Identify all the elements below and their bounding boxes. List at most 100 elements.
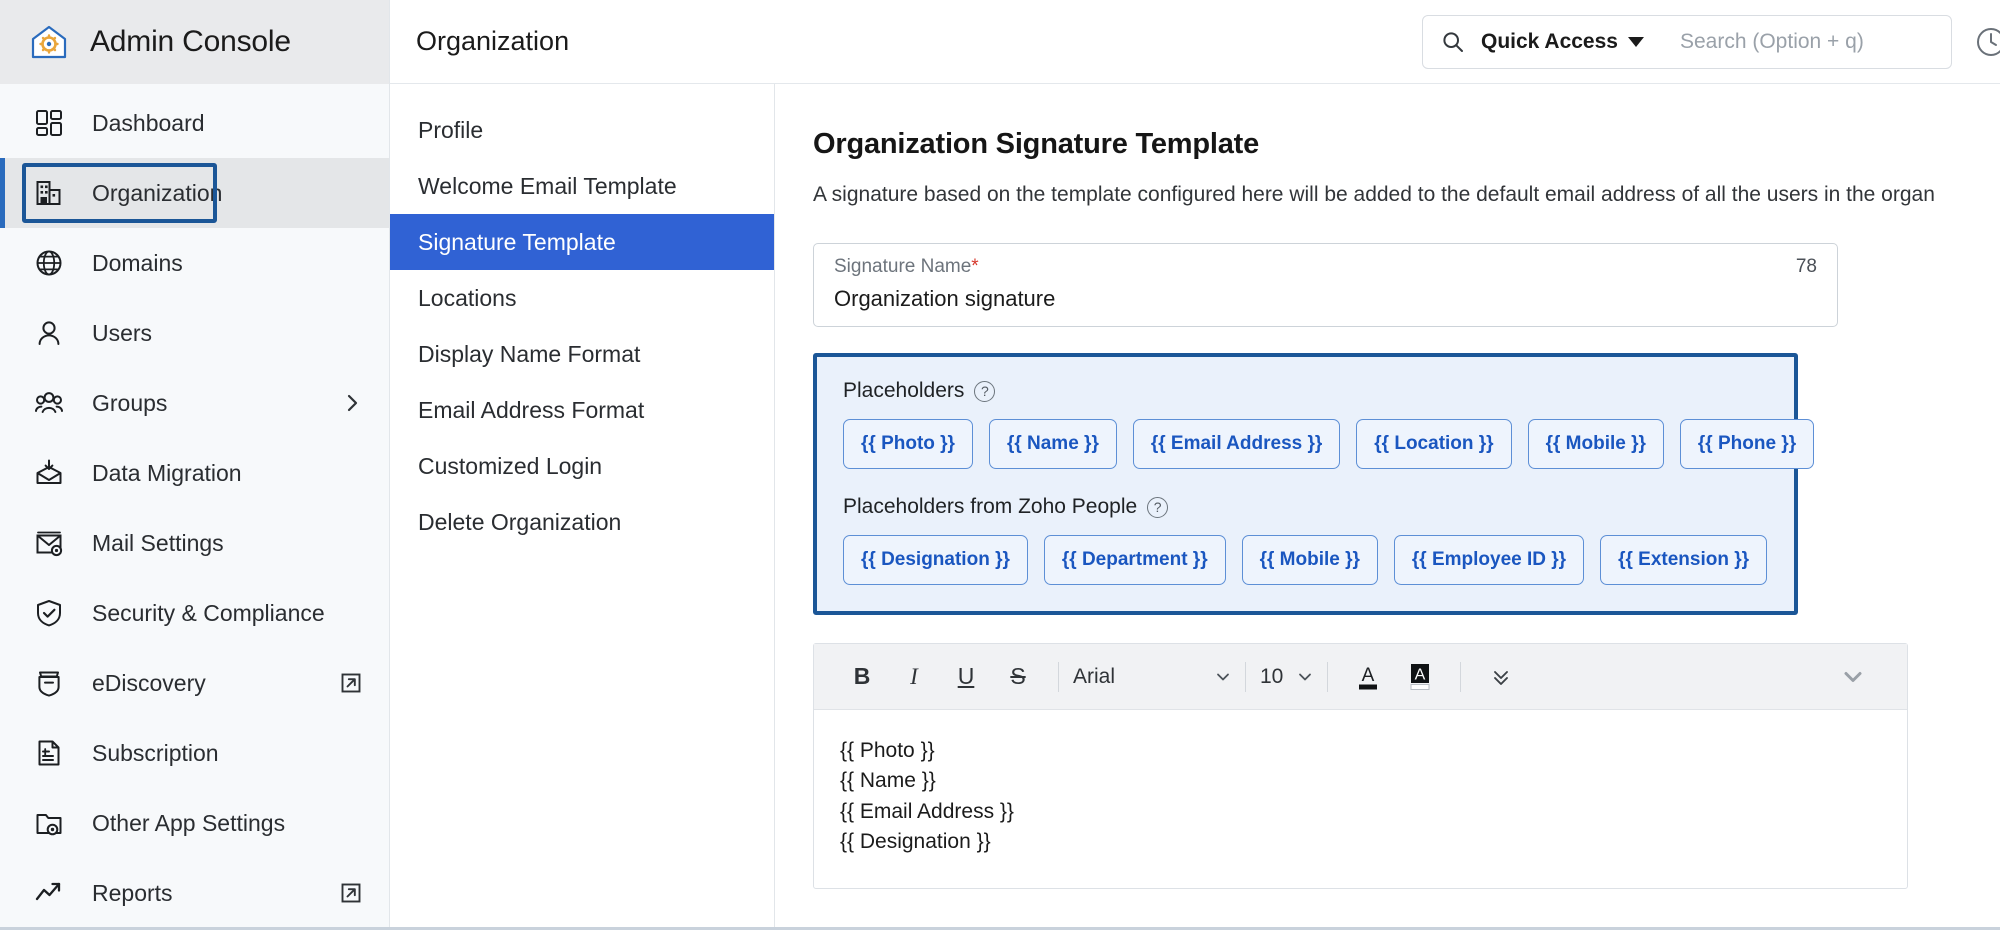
sidebar-item-subscription[interactable]: Subscription [0, 718, 389, 788]
subnav-item-label: Email Address Format [418, 396, 645, 423]
placeholder-chip-extension[interactable]: {{ Extension }} [1600, 535, 1768, 585]
organization-subnav: Profile Welcome Email Template Signature… [390, 84, 775, 927]
topbar-right-group: Quick Access [1422, 14, 2000, 69]
subnav-item-signature-template[interactable]: Signature Template [390, 214, 774, 270]
sidebar-item-label: Other App Settings [92, 809, 286, 836]
strikethrough-button[interactable]: S [992, 651, 1044, 703]
house-gear-icon [26, 19, 72, 65]
subnav-item-locations[interactable]: Locations [390, 270, 774, 326]
placeholder-chip-location[interactable]: {{ Location }} [1356, 419, 1512, 469]
subnav-item-label: Delete Organization [418, 508, 622, 535]
sidebar-item-domains[interactable]: Domains [0, 228, 389, 298]
sidebar-item-mail-settings[interactable]: Mail Settings [0, 508, 389, 578]
signature-name-input[interactable] [834, 286, 1817, 312]
italic-button[interactable]: I [888, 651, 940, 703]
placeholders-heading-row: Placeholders ? [843, 379, 1768, 403]
chevron-right-icon[interactable] [341, 392, 363, 414]
placeholder-chip-employee-id[interactable]: {{ Employee ID }} [1393, 535, 1585, 585]
brand-header: Admin Console [0, 0, 389, 84]
external-link-icon [339, 881, 363, 905]
people-placeholders-chip-row: {{ Designation }} {{ Department }} {{ Mo… [843, 535, 1768, 585]
sidebar-item-label: Organization [92, 179, 223, 206]
question-mark-icon[interactable]: ? [974, 380, 996, 402]
editor-content-area[interactable]: {{ Photo }} {{ Name }} {{ Email Address … [814, 710, 1907, 888]
placeholder-chip-email-address[interactable]: {{ Email Address }} [1132, 419, 1341, 469]
clock-help-icon[interactable] [1974, 25, 2000, 59]
character-counter: 78 [1795, 256, 1817, 277]
subnav-item-profile[interactable]: Profile [390, 102, 774, 158]
placeholder-chip-department[interactable]: {{ Department }} [1043, 535, 1226, 585]
shield-check-icon [32, 596, 66, 630]
briefcase-icon [32, 666, 66, 700]
subnav-item-label: Customized Login [418, 452, 603, 479]
font-family-select[interactable]: Arial [1073, 665, 1231, 689]
sidebar-nav: Dashboard Organization Domains Users Gro… [0, 84, 389, 928]
subnav-item-customized-login[interactable]: Customized Login [390, 438, 774, 494]
signature-name-label: Signature Name [834, 256, 972, 277]
placeholders-chip-row: {{ Photo }} {{ Name }} {{ Email Address … [843, 419, 1815, 469]
signature-name-field[interactable]: Signature Name* 78 [813, 243, 1838, 327]
subnav-item-label: Profile [418, 116, 484, 143]
sidebar-item-organization[interactable]: Organization [0, 158, 389, 228]
divider [1058, 661, 1059, 692]
subnav-item-label: Locations [418, 284, 517, 311]
subnav-item-display-name-format[interactable]: Display Name Format [390, 326, 774, 382]
subnav-item-email-address-format[interactable]: Email Address Format [390, 382, 774, 438]
sidebar-item-groups[interactable]: Groups [0, 368, 389, 438]
sidebar-item-label: eDiscovery [92, 669, 206, 696]
primary-sidebar: Admin Console Dashboard Organization Dom… [0, 0, 390, 927]
people-placeholders-heading: Placeholders from Zoho People [843, 495, 1138, 518]
sidebar-item-label: Users [92, 319, 153, 346]
subnav-item-delete-organization[interactable]: Delete Organization [390, 494, 774, 550]
divider [1460, 661, 1462, 692]
underline-button[interactable]: U [940, 651, 992, 703]
placeholder-chip-name[interactable]: {{ Name }} [988, 419, 1117, 469]
editor-line: {{ Name }} [840, 769, 936, 793]
subnav-item-welcome-email-template[interactable]: Welcome Email Template [390, 158, 774, 214]
sidebar-item-ediscovery[interactable]: eDiscovery [0, 648, 389, 718]
subnav-item-label: Welcome Email Template [418, 172, 677, 199]
search-icon [1441, 30, 1467, 54]
placeholder-chip-phone[interactable]: {{ Phone }} [1679, 419, 1815, 469]
sidebar-item-other-app-settings[interactable]: Other App Settings [0, 788, 389, 858]
envelope-download-icon [32, 456, 66, 490]
global-search-box[interactable]: Quick Access [1422, 14, 1952, 69]
building-icon [32, 176, 66, 210]
chevron-down-icon[interactable] [1827, 651, 1879, 703]
placeholders-heading: Placeholders [843, 379, 965, 402]
placeholder-chip-designation[interactable]: {{ Designation }} [843, 535, 1028, 585]
sidebar-item-security-compliance[interactable]: Security & Compliance [0, 578, 389, 648]
group-users-icon [32, 386, 66, 420]
brand-title: Admin Console [90, 25, 291, 58]
chevron-down-icon [1297, 669, 1313, 685]
sidebar-item-reports[interactable]: Reports [0, 858, 389, 928]
sidebar-item-dashboard[interactable]: Dashboard [0, 88, 389, 158]
chevron-down-icon [1627, 36, 1644, 47]
editor-line: {{ Email Address }} [840, 799, 1014, 823]
search-input[interactable] [1679, 29, 1951, 54]
font-size-select[interactable]: 10 [1260, 665, 1313, 689]
grid-dashboard-icon [32, 106, 66, 140]
svg-text:A: A [1362, 665, 1375, 686]
top-bar: Organization Quick Access [390, 0, 2000, 84]
divider [1245, 661, 1246, 692]
sidebar-item-label: Dashboard [92, 109, 205, 136]
quick-access-dropdown[interactable]: Quick Access [1481, 30, 1644, 54]
sidebar-item-data-migration[interactable]: Data Migration [0, 438, 389, 508]
font-size-value: 10 [1260, 664, 1284, 688]
subnav-item-label: Signature Template [418, 228, 616, 255]
placeholder-chip-people-mobile[interactable]: {{ Mobile }} [1241, 535, 1378, 585]
sidebar-item-label: Security & Compliance [92, 599, 325, 626]
placeholder-chip-mobile[interactable]: {{ Mobile }} [1527, 419, 1664, 469]
double-chevron-down-icon[interactable] [1475, 651, 1527, 703]
bold-button[interactable]: B [836, 651, 888, 703]
toolbar-right-group [1827, 651, 1885, 703]
sidebar-item-users[interactable]: Users [0, 298, 389, 368]
page-title: Organization [416, 26, 570, 56]
highlight-color-icon[interactable]: A [1394, 651, 1446, 703]
placeholder-chip-photo[interactable]: {{ Photo }} [843, 419, 973, 469]
content-description: A signature based on the template config… [813, 183, 1935, 206]
question-mark-icon[interactable]: ? [1147, 496, 1169, 518]
content-title: Organization Signature Template [813, 128, 1260, 160]
text-color-icon[interactable]: A [1342, 651, 1394, 703]
